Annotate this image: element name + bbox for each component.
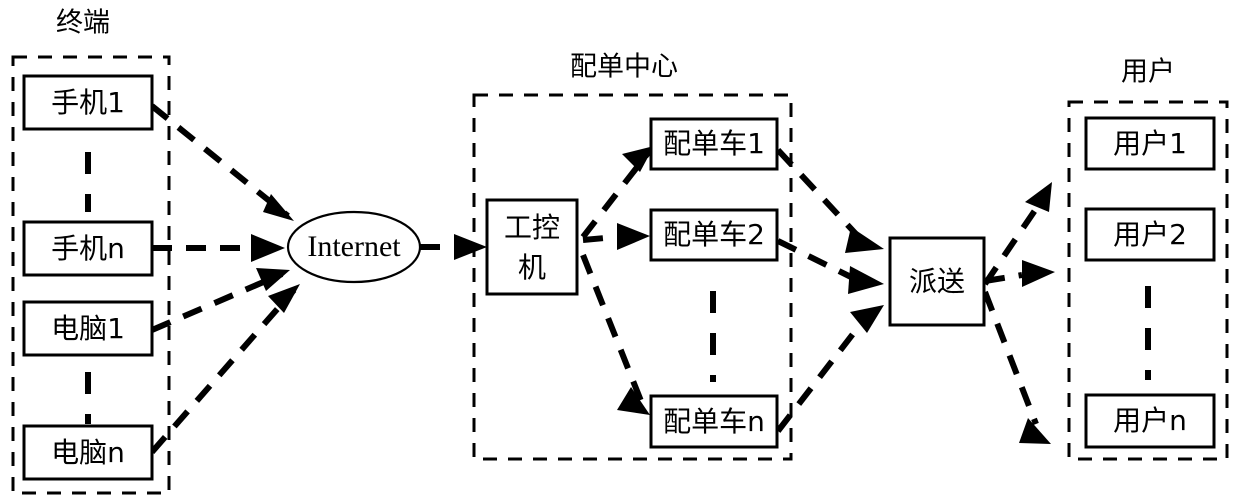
arrowhead-vehicle1-to-delivery	[845, 227, 884, 253]
node-pc1-label: 电脑1	[51, 312, 125, 345]
connector-delivery-to-usern	[982, 290, 1039, 426]
logistics-architecture-diagram: 终端 配单中心 用户 手机1 手机n 电脑1 电脑n Internet 工控 机…	[0, 0, 1239, 504]
connector-phone1-to-internet	[150, 103, 290, 219]
node-vehicle1-label: 配单车1	[663, 127, 765, 160]
node-industrial-pc-label-line2: 机	[518, 251, 546, 284]
arrowhead-ipc-to-vehiclen	[617, 387, 650, 415]
connector-vehicle2-to-delivery	[776, 238, 853, 280]
node-user2-label: 用户2	[1113, 218, 1187, 251]
node-internet-label: Internet	[307, 230, 401, 263]
diagram-canvas: 终端 配单中心 用户 手机1 手机n 电脑1 电脑n Internet 工控 机…	[11, 8, 1229, 495]
connector-pcn-to-internet	[149, 288, 297, 454]
arrowhead-pc1-to-internet	[256, 268, 290, 291]
terminal-group-label: 终端	[56, 8, 110, 39]
connector-ipc-to-vehiclen	[580, 253, 646, 408]
arrowhead-delivery-to-user2	[1022, 260, 1055, 287]
arrowhead-delivery-to-user1	[1025, 182, 1052, 212]
connector-ipc-to-vehicle2	[582, 234, 617, 243]
node-phone1-label: 手机1	[51, 86, 125, 119]
arrowhead-vehicle2-to-delivery	[848, 266, 884, 294]
arrowhead-ipc-to-vehicle2	[617, 223, 650, 250]
node-usern-label: 用户n	[1113, 404, 1187, 437]
node-pcn-label: 电脑n	[51, 436, 125, 469]
node-vehicle2-label: 配单车2	[663, 218, 765, 251]
arrowhead-ipc-to-vehicle1	[622, 146, 654, 172]
arrowhead-phonen-to-internet	[251, 234, 285, 262]
node-delivery-label: 派送	[909, 265, 965, 298]
arrowhead-pcn-to-internet	[268, 284, 300, 313]
users-group-label: 用户	[1121, 57, 1175, 88]
dispatch-center-group-label: 配单中心	[570, 52, 678, 83]
node-phonen-label: 手机n	[51, 232, 125, 265]
arrowhead-internet-to-ipc	[454, 234, 487, 260]
node-user1-label: 用户1	[1113, 127, 1187, 160]
node-industrial-pc-label-line1: 工控	[504, 211, 560, 244]
node-vehiclen-label: 配单车n	[663, 405, 765, 438]
arrowhead-vehiclen-to-delivery	[850, 305, 884, 333]
